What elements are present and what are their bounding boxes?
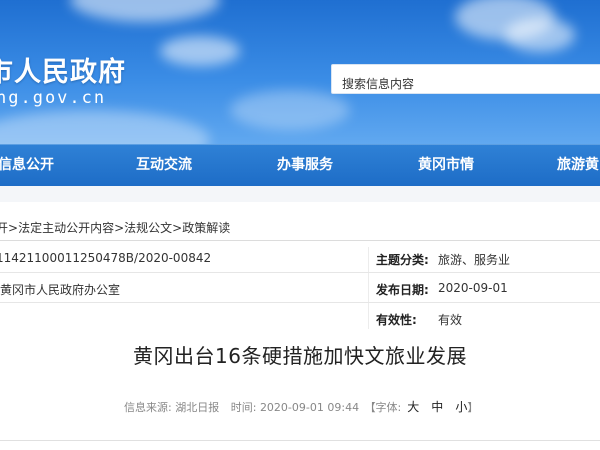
meta-validity-value: 有效 (438, 313, 463, 327)
site-name: 市人民政府 (0, 57, 126, 88)
source-value: 湖北日报 (175, 401, 220, 414)
breadcrumb-item-disclosure[interactable]: 开 (0, 221, 8, 235)
time-value: 2020-09-01 09:44 (259, 401, 360, 414)
article-header-divider (0, 440, 600, 441)
meta-index-number: 11421100011250478B/2020-00842 (0, 251, 212, 265)
breadcrumb: 开>法定主动公开内容>法规公文>政策解读 (0, 219, 230, 236)
font-size-medium-button[interactable]: 中 (431, 400, 443, 414)
article-title: 黄冈出台16条硬措施加快文旅业发展 (133, 344, 467, 368)
header-banner: 市人民政府 ng.gov.cn (0, 0, 600, 146)
main-nav: 信息公开 互动交流 办事服务 黄冈市情 旅游黄 (0, 144, 600, 187)
nav-item-interaction[interactable]: 互动交流 (136, 145, 192, 187)
meta-topic-label: 主题分类: (376, 253, 429, 267)
meta-date-label: 发布日期: (376, 283, 429, 297)
font-size-large-button[interactable]: 大 (407, 400, 419, 414)
nav-item-services[interactable]: 办事服务 (277, 145, 333, 187)
nav-item-info-disclosure[interactable]: 信息公开 (0, 145, 54, 187)
site-domain: ng.gov.cn (0, 88, 107, 108)
breadcrumb-separator: > (114, 221, 125, 235)
nav-divider-strip (0, 186, 600, 202)
source-label: 信息来源: (124, 401, 172, 414)
meta-date-value: 2020-09-01 (438, 281, 508, 295)
breadcrumb-separator: > (172, 221, 183, 235)
font-size-label: 【字体: (364, 401, 402, 414)
breadcrumb-divider (0, 240, 600, 241)
breadcrumb-separator: > (8, 221, 19, 235)
font-size-small-button[interactable]: 小 (455, 400, 467, 414)
time-label: 时间: (230, 401, 257, 414)
breadcrumb-item-policy-interpretation[interactable]: 政策解读 (182, 221, 230, 235)
meta-validity-label: 有效性: (376, 313, 417, 327)
meta-topic-value: 旅游、服务业 (438, 253, 511, 267)
meta-column-divider (368, 247, 369, 329)
breadcrumb-item-regulations[interactable]: 法规公文 (124, 221, 172, 235)
search-input[interactable] (342, 75, 592, 93)
cloud-decoration (0, 110, 210, 146)
cloud-decoration (230, 90, 350, 130)
meta-row-divider (0, 272, 600, 273)
meta-publisher: 黄冈市人民政府办公室 (0, 283, 121, 297)
cloud-decoration (505, 18, 575, 52)
breadcrumb-item-statutory[interactable]: 法定主动公开内容 (18, 221, 114, 235)
article-info-line: 信息来源: 湖北日报 时间: 2020-09-01 09:44 【字体: 大中小】 (124, 398, 478, 415)
font-size-close: 】 (467, 401, 479, 414)
cloud-decoration (160, 36, 240, 66)
nav-item-tourism[interactable]: 旅游黄 (557, 145, 599, 187)
search-box (331, 64, 600, 94)
meta-row-divider (0, 302, 600, 303)
nav-item-city-overview[interactable]: 黄冈市情 (418, 145, 474, 187)
cloud-decoration (70, 0, 220, 22)
